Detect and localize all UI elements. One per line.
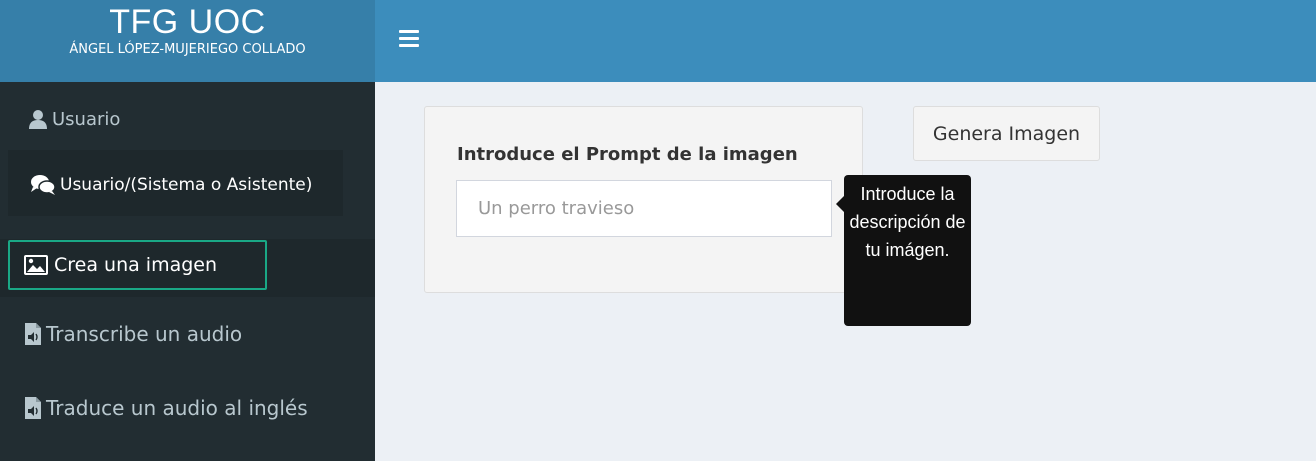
sidebar: Usuario Usuario/(Sistema o Asistente) Cr… [0,82,375,461]
sidebar-item-label: Usuario/(Sistema o Asistente) [60,175,313,195]
chat-bubbles-icon [30,174,56,196]
sidebar-item-usuario[interactable]: Usuario [28,104,120,134]
app-subtitle: ÁNGEL LÓPEZ-MUJERIEGO COLLADO [69,42,306,57]
tooltip-arrow [836,196,844,212]
sidebar-item-crea-imagen[interactable]: Crea una imagen [8,240,267,290]
image-icon [24,255,48,275]
audio-file-icon [24,322,42,346]
brand-logo[interactable]: TFG UOC ÁNGEL LÓPEZ-MUJERIEGO COLLADO [0,0,375,82]
user-icon [28,109,48,129]
hamburger-menu-icon[interactable] [399,30,419,48]
sidebar-item-traduce[interactable]: Traduce un audio al inglés [24,393,308,423]
prompt-label: Introduce el Prompt de la imagen [457,144,798,165]
sidebar-item-label: Traduce un audio al inglés [46,396,308,420]
sidebar-item-label: Crea una imagen [54,254,218,276]
generate-image-button[interactable]: Genera Imagen [913,106,1100,161]
sidebar-item-transcribe[interactable]: Transcribe un audio [24,319,242,349]
prompt-card: Introduce el Prompt de la imagen [424,106,863,293]
top-navbar [375,0,1316,82]
sidebar-item-chat[interactable]: Usuario/(Sistema o Asistente) [30,170,312,200]
audio-file-icon [24,396,42,420]
sidebar-item-label: Usuario [52,108,121,130]
sidebar-item-label: Transcribe un audio [46,322,243,346]
prompt-tooltip: Introduce la descripción de tu imágen. [844,175,971,326]
prompt-input[interactable] [456,180,832,237]
app-title: TFG UOC [109,3,266,41]
